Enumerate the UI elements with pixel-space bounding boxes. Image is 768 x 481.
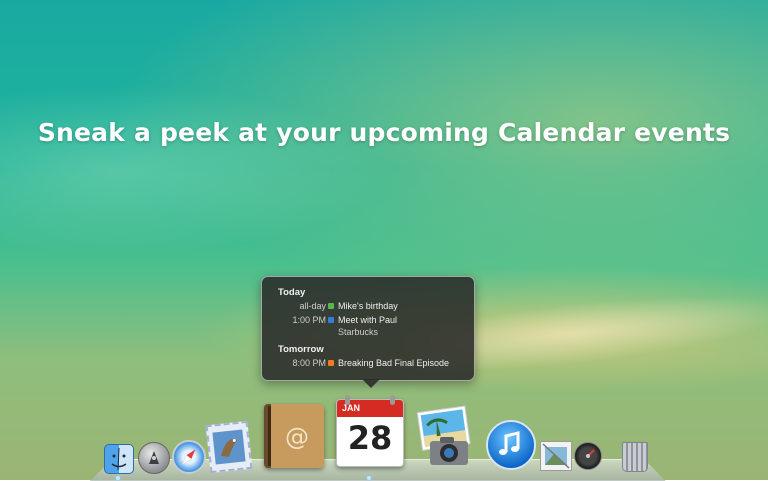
section-title-tomorrow: Tomorrow bbox=[278, 344, 324, 355]
event-color-dot bbox=[328, 317, 334, 323]
safari-icon[interactable] bbox=[172, 440, 206, 474]
finder-running-indicator bbox=[116, 476, 120, 480]
calendar-icon-day: 28 bbox=[347, 419, 393, 457]
event-title[interactable]: Breaking Bad Final Episode bbox=[338, 358, 449, 368]
event-time: 8:00 PM bbox=[292, 358, 326, 368]
headline: Sneak a peek at your upcoming Calendar e… bbox=[37, 118, 731, 147]
event-time: 1:00 PM bbox=[292, 315, 326, 325]
preview-icon[interactable] bbox=[540, 441, 572, 471]
event-title[interactable]: Meet with Paul bbox=[338, 315, 397, 325]
event-color-dot bbox=[328, 303, 334, 309]
calendar-icon-month: JAN bbox=[342, 403, 361, 413]
section-title-today: Today bbox=[278, 287, 306, 298]
finder-icon[interactable] bbox=[104, 444, 134, 474]
event-title[interactable]: Mike's birthday bbox=[338, 301, 398, 311]
iphoto-icon[interactable] bbox=[414, 405, 476, 467]
calendar-peek-popover: Today all-day Mike's birthday 1:00 PM Me… bbox=[261, 276, 475, 381]
mail-icon[interactable] bbox=[205, 420, 253, 474]
dashboard-icon[interactable] bbox=[574, 442, 602, 470]
launchpad-icon[interactable] bbox=[138, 442, 170, 474]
trash-icon[interactable] bbox=[622, 442, 648, 472]
svg-text:@: @ bbox=[285, 423, 309, 451]
event-time: all-day bbox=[299, 301, 326, 311]
event-color-dot bbox=[328, 360, 334, 366]
itunes-icon[interactable] bbox=[486, 420, 536, 470]
calendar-ring bbox=[390, 395, 395, 405]
calendar-running-indicator bbox=[367, 476, 371, 480]
calendar-icon[interactable]: JAN 28 bbox=[336, 395, 404, 467]
address-book-icon[interactable]: @ bbox=[264, 404, 324, 468]
popover-arrow bbox=[362, 379, 380, 388]
event-location: Starbucks bbox=[338, 327, 379, 337]
